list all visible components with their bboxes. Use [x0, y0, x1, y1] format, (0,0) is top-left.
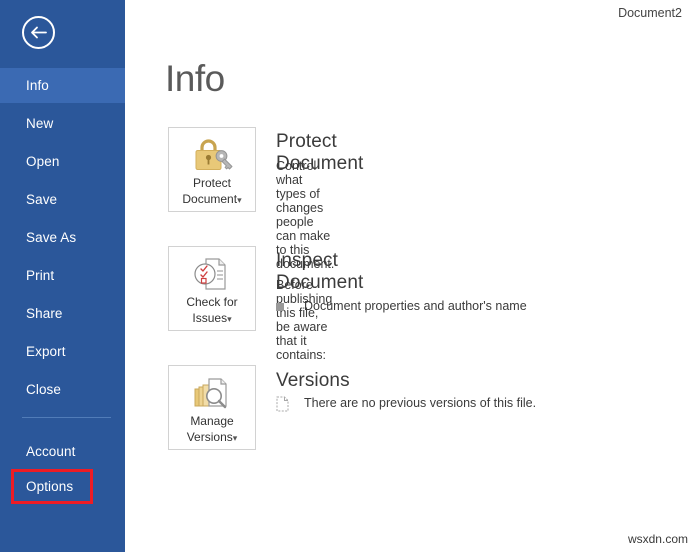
- sidebar-item-label: New: [26, 116, 54, 131]
- sidebar-item-label: Export: [26, 344, 66, 359]
- protect-document-button[interactable]: Protect Document▾: [168, 127, 256, 212]
- back-arrow-icon: [31, 26, 47, 39]
- versions-bullet: There are no previous versions of this f…: [276, 396, 656, 414]
- tile-label-line1: Manage: [190, 414, 234, 428]
- page-title: Info: [165, 58, 225, 99]
- inspect-document-bullet-text: Document properties and author's name: [304, 299, 527, 313]
- sidebar-item-label: Info: [26, 78, 49, 93]
- sidebar-item-close[interactable]: Close: [0, 372, 125, 407]
- sidebar-item-export[interactable]: Export: [0, 334, 125, 369]
- check-for-issues-button-label: Check for Issues▾: [169, 294, 255, 327]
- inspect-document-description: Before publishing this file, be aware th…: [276, 278, 333, 362]
- sidebar-item-label: Account: [26, 444, 76, 459]
- word-backstage-view: Info New Open Save Save As Print Share E…: [0, 0, 696, 552]
- sidebar-divider: [22, 417, 111, 418]
- document-title: Document2: [618, 6, 682, 20]
- sidebar-item-options[interactable]: Options: [0, 469, 125, 504]
- sidebar-item-info[interactable]: Info: [0, 68, 125, 103]
- versions-bullet-text: There are no previous versions of this f…: [304, 396, 537, 410]
- inspect-document-bullet: Document properties and author's name: [276, 299, 656, 317]
- dashed-document-icon: [276, 396, 289, 415]
- tile-label-line2: Versions: [186, 430, 233, 444]
- back-arrow-button[interactable]: [22, 16, 55, 49]
- padlock-key-icon: [169, 134, 255, 176]
- sidebar-item-new[interactable]: New: [0, 106, 125, 141]
- chevron-down-icon[interactable]: ▾: [237, 195, 242, 205]
- document-stack-magnifier-icon: [169, 372, 255, 414]
- sidebar-item-open[interactable]: Open: [0, 144, 125, 179]
- sidebar-item-label: Open: [26, 154, 60, 169]
- manage-versions-button-label: Manage Versions▾: [169, 413, 255, 446]
- protect-document-button-label: Protect Document▾: [169, 175, 255, 208]
- watermark: wsxdn.com: [627, 532, 688, 546]
- chevron-down-icon[interactable]: ▾: [227, 314, 232, 324]
- square-bullet-icon: [276, 303, 284, 311]
- document-inspect-icon: [169, 253, 255, 295]
- versions-title: Versions: [276, 370, 350, 391]
- sidebar-item-print[interactable]: Print: [0, 258, 125, 293]
- manage-versions-button[interactable]: Manage Versions▾: [168, 365, 256, 450]
- sidebar-item-account[interactable]: Account: [0, 434, 125, 469]
- tile-label-line2: Document: [182, 192, 238, 206]
- backstage-content: Document2 Info Protect Document▾ Protect…: [125, 0, 696, 552]
- sidebar-item-share[interactable]: Share: [0, 296, 125, 331]
- sidebar-item-label: Print: [26, 268, 55, 283]
- sidebar-item-label: Close: [26, 382, 62, 397]
- check-for-issues-button[interactable]: Check for Issues▾: [168, 246, 256, 331]
- sidebar-item-label: Share: [26, 306, 63, 321]
- tile-label-line1: Protect: [192, 176, 231, 190]
- chevron-down-icon[interactable]: ▾: [233, 433, 238, 443]
- sidebar-item-save[interactable]: Save: [0, 182, 125, 217]
- tile-label-line1: Check for: [186, 295, 238, 309]
- sidebar-item-label: Options: [26, 479, 74, 494]
- tile-label-line2: Issues: [192, 311, 228, 325]
- sidebar-item-save-as[interactable]: Save As: [0, 220, 125, 255]
- sidebar-item-label: Save: [26, 192, 58, 207]
- sidebar-item-label: Save As: [26, 230, 77, 245]
- backstage-sidebar: Info New Open Save Save As Print Share E…: [0, 0, 125, 552]
